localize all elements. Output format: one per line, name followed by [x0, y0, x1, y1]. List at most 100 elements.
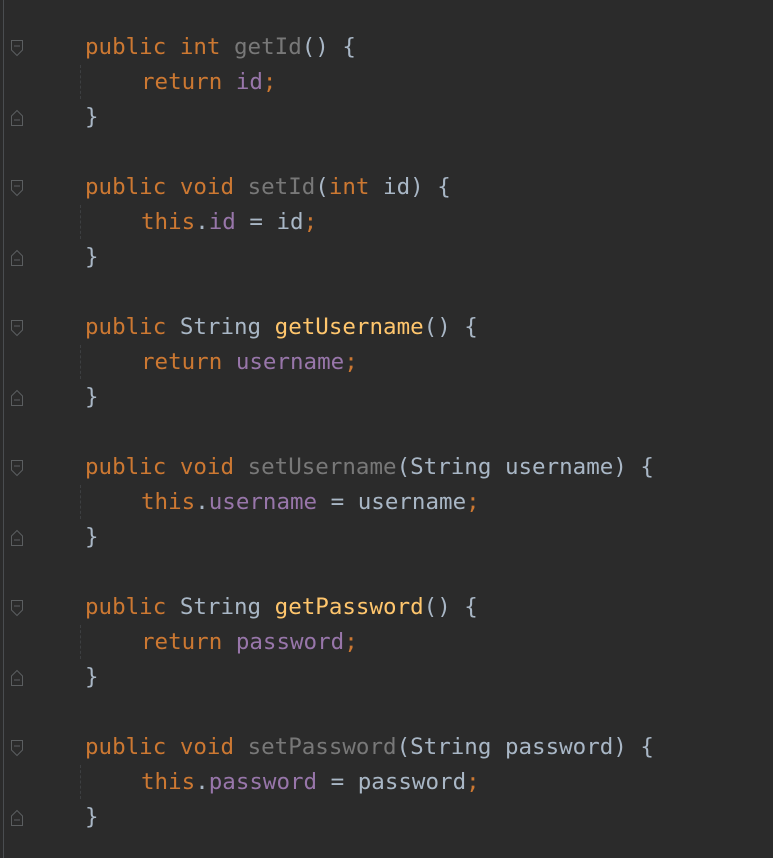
gutter-divider [3, 0, 4, 858]
code-line[interactable]: } [85, 802, 99, 832]
code-line[interactable]: public String getUsername() { [85, 312, 478, 342]
code-token-plain: . [195, 209, 209, 235]
code-token-plain: String [166, 594, 275, 620]
code-line[interactable]: } [85, 102, 99, 132]
fold-collapse-icon[interactable] [10, 179, 24, 197]
code-token-keyword: int [328, 174, 370, 200]
code-token-method-used: getUsername [274, 314, 424, 340]
code-line[interactable]: this.username = username; [141, 487, 480, 517]
code-token-method-unused: setUsername [247, 454, 397, 480]
code-token-plain: String [166, 314, 275, 340]
code-token-keyword: public [85, 734, 167, 760]
code-token-method-unused: setId [247, 174, 316, 200]
code-token-plain: () { [301, 34, 356, 60]
code-token-method-unused: setPassword [247, 734, 397, 760]
fold-end-icon[interactable] [10, 249, 24, 267]
code-token-plain: (String username) { [396, 454, 654, 480]
code-line[interactable]: return username; [141, 347, 358, 377]
code-token-plain: () { [423, 594, 478, 620]
code-line[interactable]: } [85, 242, 99, 272]
code-token-keyword: return [141, 629, 223, 655]
code-token-method-unused: getId [234, 34, 302, 60]
code-token-field: password [235, 629, 345, 655]
code-line[interactable]: public void setUsername(String username)… [85, 452, 654, 482]
code-line[interactable]: return password; [141, 627, 358, 657]
code-line[interactable]: } [85, 522, 99, 552]
code-token-plain: (String password) { [396, 734, 654, 760]
fold-end-icon[interactable] [10, 809, 24, 827]
code-token-method-used: getPassword [274, 594, 424, 620]
code-token-keyword: void [179, 174, 235, 200]
code-line[interactable]: this.id = id; [141, 207, 317, 237]
code-editor[interactable]: public int getId() {return id;} public vo… [0, 0, 773, 858]
code-token-plain: = id [235, 209, 304, 235]
fold-end-icon[interactable] [10, 109, 24, 127]
indent-guide [80, 765, 82, 799]
code-token-plain: } [85, 384, 99, 410]
code-token-field: username [208, 489, 318, 515]
code-token-field: username [235, 349, 345, 375]
code-line[interactable]: public String getPassword() { [85, 592, 478, 622]
code-token-keyword: ; [303, 209, 318, 235]
code-token-keyword: ; [466, 489, 480, 515]
code-token-keyword: return [141, 69, 223, 95]
code-token-field: id [208, 209, 236, 235]
fold-collapse-icon[interactable] [10, 599, 24, 617]
code-token-field: password [208, 769, 318, 795]
code-token-plain: . [195, 769, 209, 795]
code-token-keyword: this [141, 489, 196, 515]
code-token-keyword: return [141, 349, 223, 375]
code-token-field: id [235, 69, 263, 95]
code-token-keyword: public [85, 34, 167, 60]
code-line[interactable]: return id; [141, 67, 276, 97]
code-line[interactable]: } [85, 662, 99, 692]
indent-guide [80, 65, 82, 99]
fold-end-icon[interactable] [10, 529, 24, 547]
code-token-keyword: ; [466, 769, 480, 795]
indent-guide [80, 345, 82, 379]
code-token-keyword: ; [262, 69, 277, 95]
code-token-plain: ( [315, 174, 329, 200]
code-token-plain: } [85, 524, 99, 550]
code-line[interactable]: public void setPassword(String password)… [85, 732, 654, 762]
code-token-plain: = username [317, 489, 467, 515]
fold-collapse-icon[interactable] [10, 459, 24, 477]
fold-collapse-icon[interactable] [10, 319, 24, 337]
indent-guide [80, 485, 82, 519]
code-token-plain: } [85, 804, 99, 830]
fold-collapse-icon[interactable] [10, 739, 24, 757]
code-token-plain: } [85, 244, 99, 270]
code-token-plain: } [85, 104, 99, 130]
code-line[interactable]: } [85, 382, 99, 412]
fold-end-icon[interactable] [10, 389, 24, 407]
code-token-plain: = password [317, 769, 467, 795]
code-line[interactable]: public void setId(int id) { [85, 172, 451, 202]
indent-guide [80, 205, 82, 239]
code-token-keyword: ; [344, 349, 358, 375]
code-token-keyword: this [141, 769, 196, 795]
code-token-keyword: public [85, 454, 167, 480]
fold-collapse-icon[interactable] [10, 39, 24, 57]
code-line[interactable]: public int getId() { [85, 32, 356, 62]
code-line[interactable]: this.password = password; [141, 767, 480, 797]
code-token-plain: id) { [369, 174, 451, 200]
code-token-plain: } [85, 664, 99, 690]
fold-end-icon[interactable] [10, 669, 24, 687]
code-token-keyword: public [85, 314, 167, 340]
code-token-plain: . [195, 489, 209, 515]
code-token-keyword: void [179, 454, 235, 480]
indent-guide [80, 625, 82, 659]
code-token-keyword: public [85, 174, 167, 200]
code-token-keyword: ; [344, 629, 358, 655]
